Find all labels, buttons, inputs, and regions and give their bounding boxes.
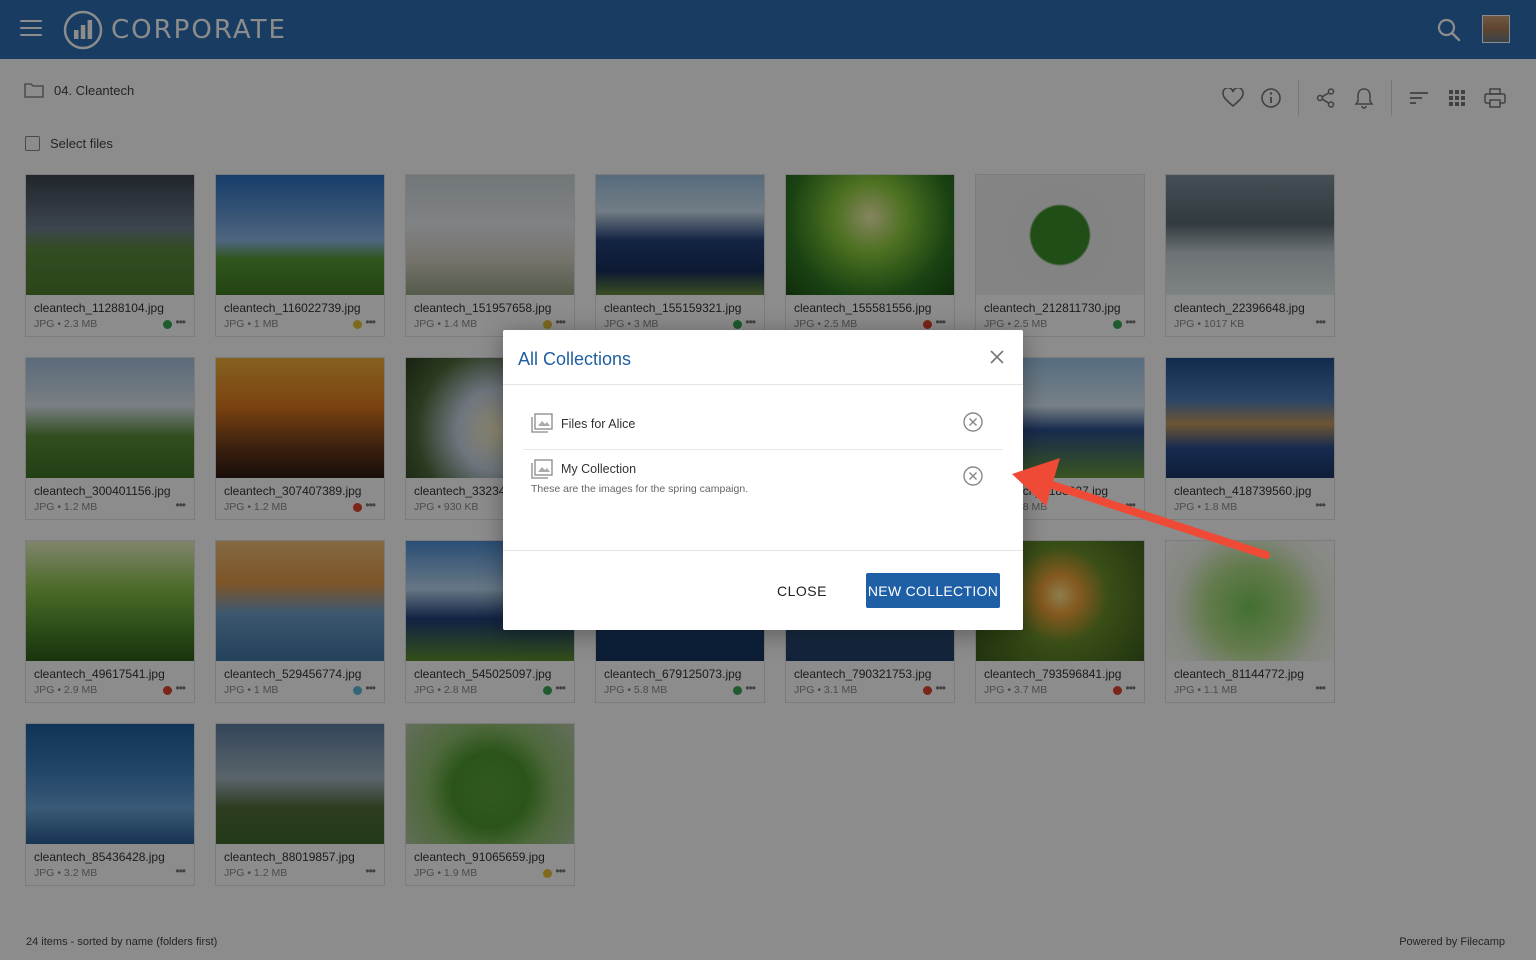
- annotation-arrow-icon: [1012, 458, 1270, 559]
